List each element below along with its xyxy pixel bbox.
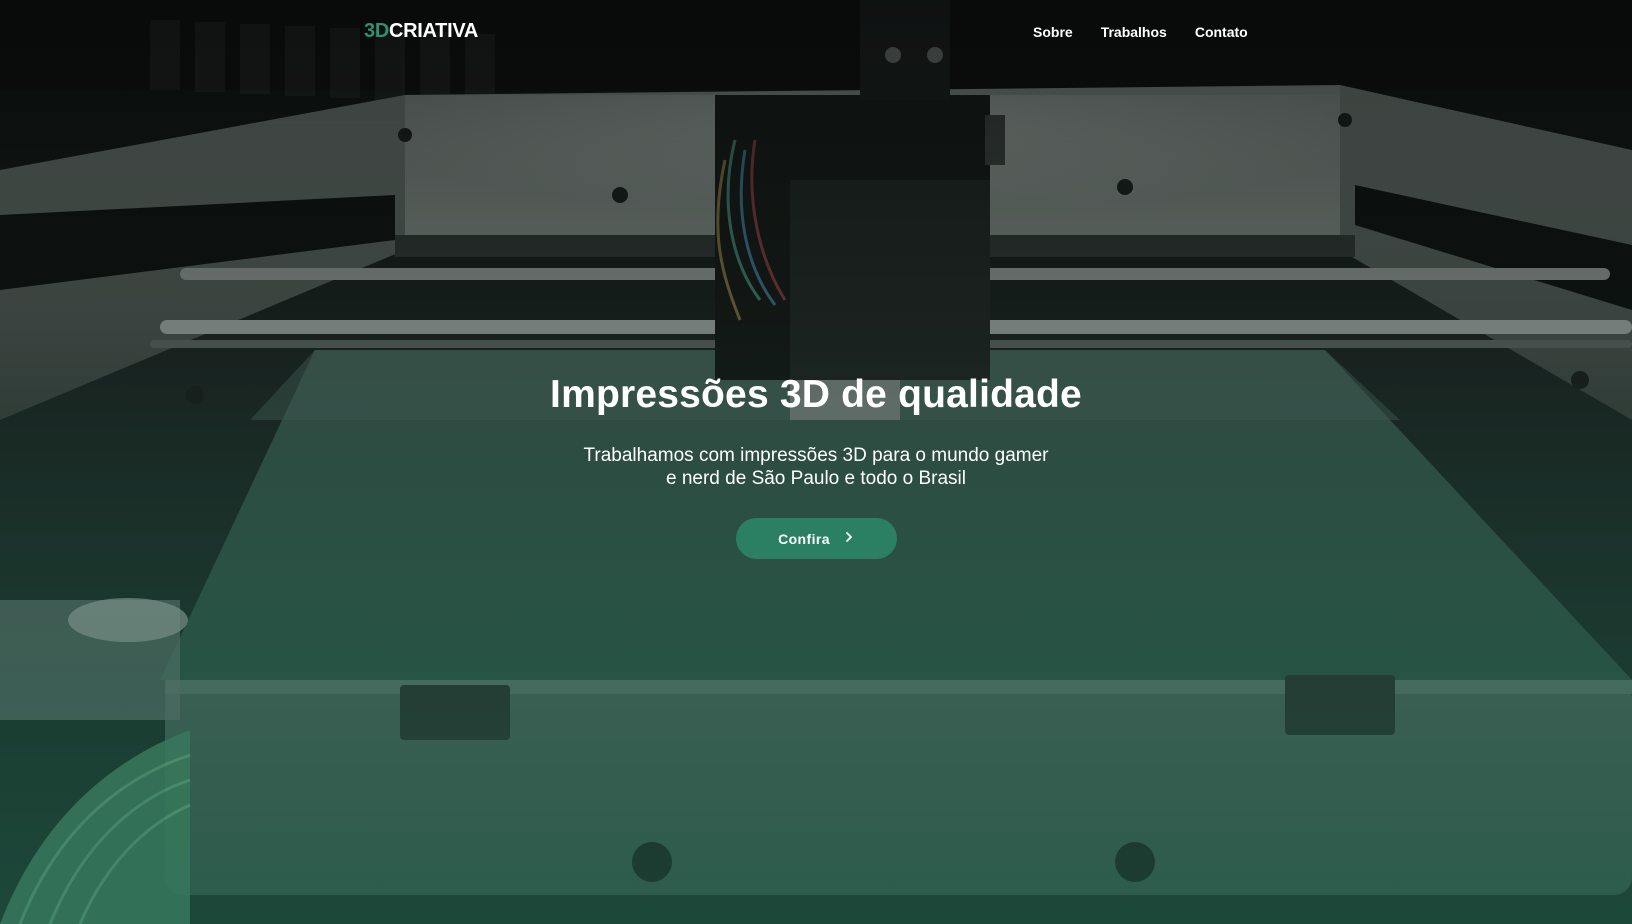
brand-logo-main: CRIATIVA <box>388 20 479 42</box>
main-nav: Sobre Trabalhos Contato <box>1033 24 1248 40</box>
hero-section: 3DCRIATIVA Sobre Trabalhos Contato Impre… <box>0 0 1632 924</box>
hero-subtitle: Trabalhamos com impressões 3D para o mun… <box>546 444 1086 490</box>
brand-logo[interactable]: 3DCRIATIVA <box>364 20 478 43</box>
hero-subtitle-line2: e nerd de São Paulo e todo o Brasil <box>666 468 966 489</box>
hero-title: Impressões 3D de qualidade <box>550 373 1082 416</box>
nav-link-contato[interactable]: Contato <box>1195 24 1248 40</box>
confira-button-label: Confira <box>778 530 830 547</box>
brand-logo-accent: 3D <box>364 20 389 42</box>
navbar: 3DCRIATIVA Sobre Trabalhos Contato <box>0 0 1632 66</box>
hero-content: Impressões 3D de qualidade Trabalhamos c… <box>0 372 1632 559</box>
hero-subtitle-line1: Trabalhamos com impressões 3D para o mun… <box>583 445 1049 466</box>
chevron-right-icon <box>844 531 854 547</box>
nav-link-trabalhos[interactable]: Trabalhos <box>1101 24 1167 40</box>
nav-link-sobre[interactable]: Sobre <box>1033 24 1073 40</box>
confira-button[interactable]: Confira <box>735 518 897 559</box>
